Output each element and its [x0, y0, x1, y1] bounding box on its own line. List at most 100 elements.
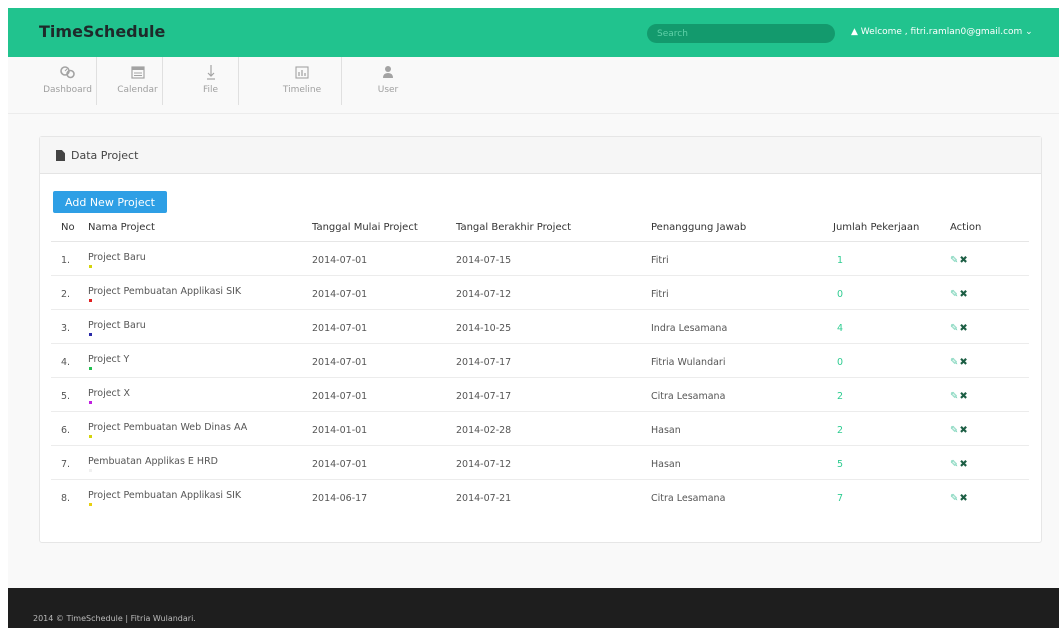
nav-item-timeline[interactable]: Timeline: [263, 57, 342, 105]
end-date: 2014-07-12: [456, 289, 512, 300]
nav-label-user: User: [377, 85, 399, 95]
col-header-tanggal-berakhir: Tangal Berakhir Project: [456, 222, 572, 233]
top-navbar: TimeSchedule ▲ Welcome , fitri.ramlan0@g…: [8, 8, 1059, 57]
job-count-link[interactable]: 0: [837, 289, 843, 300]
delete-icon[interactable]: ✖: [959, 392, 967, 402]
header-divider: [51, 241, 1029, 242]
app-frame: TimeSchedule ▲ Welcome , fitri.ramlan0@g…: [8, 8, 1059, 628]
end-date: 2014-10-25: [456, 323, 512, 334]
edit-icon[interactable]: ✎: [950, 392, 958, 402]
row-actions: ✎ ✖: [950, 290, 968, 300]
job-count-link[interactable]: 2: [837, 391, 843, 402]
start-date: 2014-06-17: [312, 493, 368, 504]
delete-icon[interactable]: ✖: [959, 324, 967, 334]
end-date: 2014-07-17: [456, 391, 512, 402]
project-name-link[interactable]: Pembuatan Applikas E HRD: [88, 456, 218, 467]
delete-icon[interactable]: ✖: [959, 494, 967, 504]
user-icon: [368, 65, 408, 79]
edit-icon[interactable]: ✎: [950, 358, 958, 368]
job-count-link[interactable]: 0: [837, 357, 843, 368]
row-divider: [51, 309, 1029, 310]
edit-icon[interactable]: ✎: [950, 426, 958, 436]
app-title[interactable]: TimeSchedule: [39, 22, 165, 41]
project-name-link[interactable]: Project Pembuatan Applikasi SIK: [88, 286, 241, 297]
row-number: 7.: [61, 459, 71, 470]
end-date: 2014-02-28: [456, 425, 512, 436]
col-header-jumlah-pekerjaan: Jumlah Pekerjaan: [833, 222, 920, 233]
row-divider: [51, 275, 1029, 276]
start-date: 2014-07-01: [312, 391, 368, 402]
row-divider: [51, 377, 1029, 378]
edit-icon[interactable]: ✎: [950, 324, 958, 334]
panel-title: Data Project: [71, 149, 139, 162]
edit-icon[interactable]: ✎: [950, 256, 958, 266]
edit-icon[interactable]: ✎: [950, 460, 958, 470]
project-name-link[interactable]: Project Pembuatan Applikasi SIK: [88, 490, 241, 501]
user-menu[interactable]: ▲ Welcome , fitri.ramlan0@gmail.com ⌄: [851, 27, 1033, 37]
footer-text: 2014 © TimeSchedule | Fitria Wulandari.: [33, 614, 196, 623]
row-actions: ✎ ✖: [950, 358, 968, 368]
col-header-action: Action: [950, 222, 982, 233]
delete-icon[interactable]: ✖: [959, 290, 967, 300]
person-in-charge: Citra Lesamana: [651, 391, 726, 402]
project-color-marker: [89, 503, 92, 506]
nav-item-calendar[interactable]: Calendar: [113, 57, 163, 105]
project-name-link[interactable]: Project X: [88, 388, 130, 399]
row-divider: [51, 445, 1029, 446]
project-color-marker: [89, 435, 92, 438]
start-date: 2014-07-01: [312, 289, 368, 300]
project-name-link[interactable]: Project Y: [88, 354, 129, 365]
row-actions: ✎ ✖: [950, 256, 968, 266]
project-name-link[interactable]: Project Baru: [88, 320, 146, 331]
person-in-charge: Citra Lesamana: [651, 493, 726, 504]
add-new-project-button[interactable]: Add New Project: [53, 191, 167, 213]
job-count-link[interactable]: 1: [837, 255, 843, 266]
end-date: 2014-07-12: [456, 459, 512, 470]
page-footer: 2014 © TimeSchedule | Fitria Wulandari.: [8, 588, 1059, 628]
person-in-charge: Hasan: [651, 459, 681, 470]
nav-label-file: File: [202, 85, 219, 95]
edit-icon[interactable]: ✎: [950, 290, 958, 300]
end-date: 2014-07-17: [456, 357, 512, 368]
delete-icon[interactable]: ✖: [959, 426, 967, 436]
timeline-chart-icon: [263, 65, 341, 79]
row-number: 5.: [61, 391, 71, 402]
person-in-charge: Indra Lesamana: [651, 323, 728, 334]
data-project-panel: Data Project Add New Project No Nama Pro…: [39, 136, 1042, 543]
search-input[interactable]: [647, 24, 835, 43]
delete-icon[interactable]: ✖: [959, 460, 967, 470]
col-header-no: No: [61, 222, 75, 233]
calendar-icon: [113, 65, 162, 79]
row-actions: ✎ ✖: [950, 460, 968, 470]
row-number: 4.: [61, 357, 71, 368]
job-count-link[interactable]: 5: [837, 459, 843, 470]
start-date: 2014-07-01: [312, 323, 368, 334]
nav-item-dashboard[interactable]: Dashboard: [39, 57, 97, 105]
nav-item-file[interactable]: File: [183, 57, 239, 105]
edit-icon[interactable]: ✎: [950, 494, 958, 504]
nav-item-user[interactable]: User: [368, 57, 408, 105]
dashboard-icon: [39, 65, 96, 79]
project-color-marker: [89, 265, 92, 268]
row-number: 3.: [61, 323, 71, 334]
row-actions: ✎ ✖: [950, 494, 968, 504]
project-name-link[interactable]: Project Baru: [88, 252, 146, 263]
start-date: 2014-01-01: [312, 425, 368, 436]
job-count-link[interactable]: 4: [837, 323, 843, 334]
person-in-charge: Fitri: [651, 255, 669, 266]
row-number: 6.: [61, 425, 71, 436]
col-header-penanggung-jawab: Penanggung Jawab: [651, 222, 747, 233]
row-number: 2.: [61, 289, 71, 300]
job-count-link[interactable]: 2: [837, 425, 843, 436]
end-date: 2014-07-15: [456, 255, 512, 266]
project-name-link[interactable]: Project Pembuatan Web Dinas AA: [88, 422, 247, 433]
delete-icon[interactable]: ✖: [959, 358, 967, 368]
job-count-link[interactable]: 7: [837, 493, 843, 504]
file-download-icon: [183, 64, 238, 80]
row-number: 8.: [61, 493, 71, 504]
project-color-marker: [89, 367, 92, 370]
row-actions: ✎ ✖: [950, 392, 968, 402]
row-divider: [51, 479, 1029, 480]
delete-icon[interactable]: ✖: [959, 256, 967, 266]
row-actions: ✎ ✖: [950, 324, 968, 334]
